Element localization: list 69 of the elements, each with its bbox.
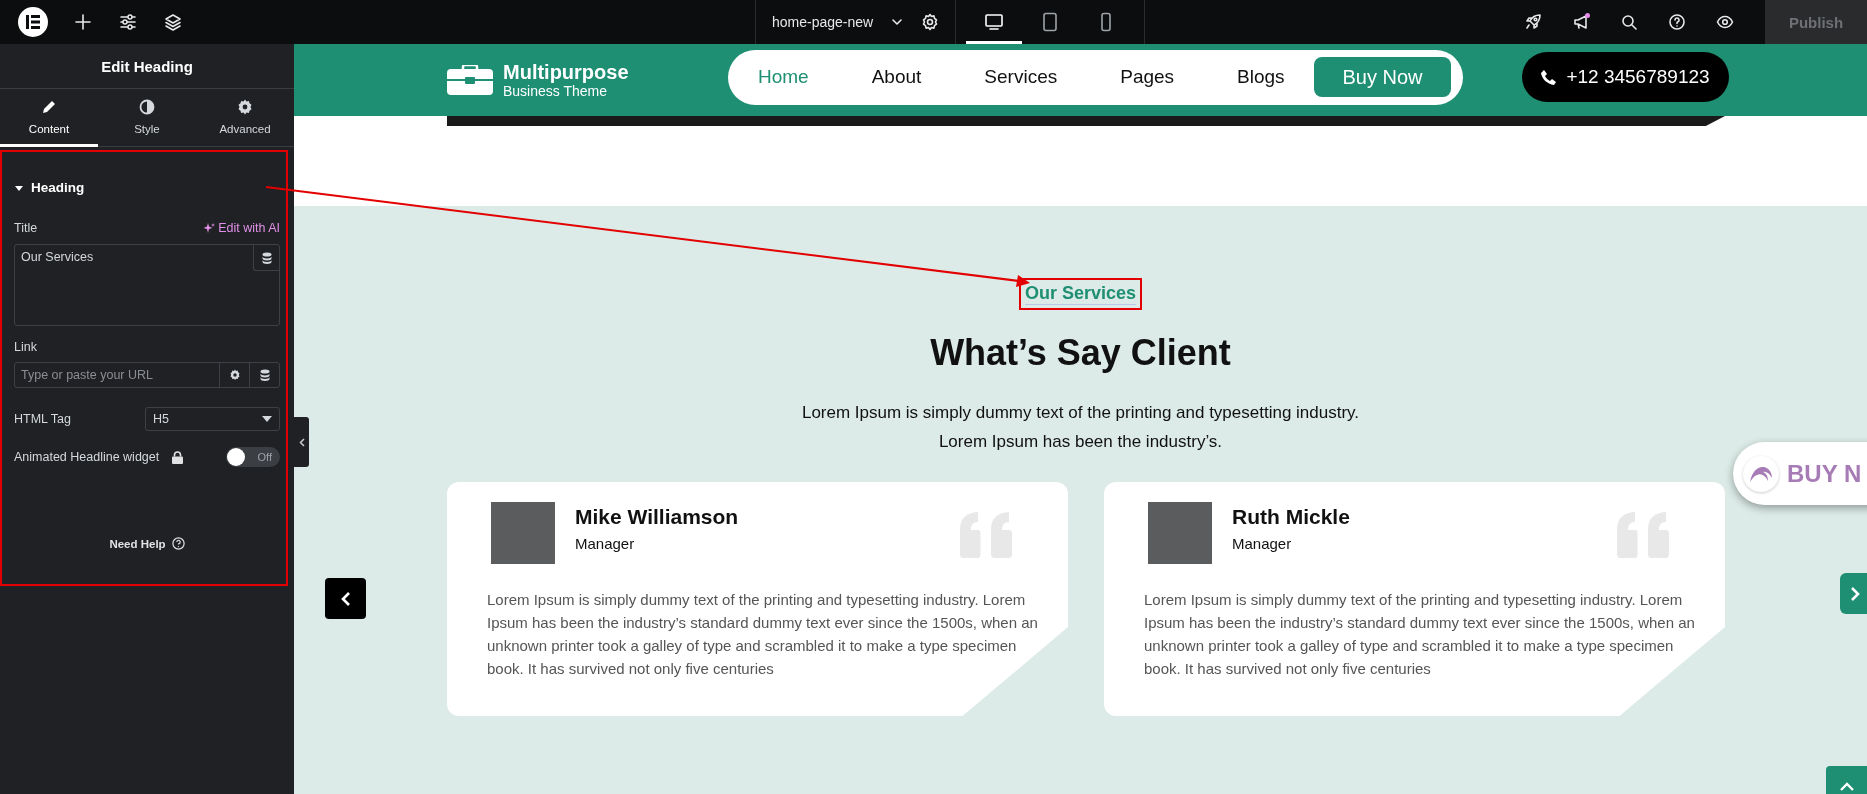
section-intro: Lorem Ipsum is simply dummy text of the printing and typesetting industry. Lorem Ipsum has been the industry’s.: [801, 402, 1360, 453]
nav-link[interactable]: Pages: [1120, 66, 1175, 88]
phone-button[interactable]: +12 3456789123: [1522, 52, 1729, 102]
testimonial-text: Lorem Ipsum is simply dummy text of the printing and typesetting industry. Lorem Ipsum has been the industry’s standard dummy text ever since the 1500s, when an unknown printer took a galley of type and scrambled it to make a type specimen book. It has survived not only five centuries: [1144, 590, 1696, 679]
dynamic-tags-button[interactable]: [253, 245, 279, 271]
contrast-icon: [138, 98, 156, 116]
collapse-panel-handle[interactable]: [294, 417, 309, 467]
url-input-field[interactable]: Type or paste your URL: [15, 363, 219, 387]
field-label: Title: [14, 221, 38, 235]
buy-now-button[interactable]: Buy Now: [1314, 57, 1451, 97]
testimonial-text: Lorem Ipsum is simply dummy text of the printing and typesetting industry. Lorem Ipsum has been the industry’s standard dummy text ever since the 1500s, when an unknown printer took a galley of type and scrambled it to make a type specimen book. It has survived not only five centuries: [487, 590, 1039, 679]
panel-tab[interactable]: Style: [98, 89, 196, 147]
briefcase-icon: [447, 65, 493, 95]
client-role: Manager: [1232, 535, 1293, 552]
nav-link[interactable]: About: [871, 66, 922, 88]
announcements-icon: [1571, 13, 1590, 31]
nav-link[interactable]: Blogs: [1237, 66, 1285, 88]
gear-icon: [236, 98, 254, 116]
search-icon: [1619, 13, 1638, 31]
rocket-icon: [1523, 13, 1542, 31]
site-logo-tagline: Business Theme: [503, 83, 608, 99]
edit-with-ai-link[interactable]: Edit with AI: [203, 221, 280, 235]
settings-sliders-icon: [118, 13, 137, 31]
section-heading[interactable]: Heading: [31, 180, 85, 195]
preview-icon: [1715, 13, 1734, 31]
chevron-up-icon: [1839, 782, 1854, 791]
page-name-dropdown[interactable]: home-page-new: [772, 14, 874, 30]
previous-button[interactable]: [325, 578, 366, 619]
title-textarea[interactable]: Our Services: [14, 244, 280, 326]
photo-placeholder: [1148, 502, 1212, 564]
link-field[interactable]: Type or paste your URL: [14, 362, 280, 388]
pencil-icon: [40, 98, 58, 116]
help-icon: [171, 537, 185, 550]
nav-link[interactable]: Home: [758, 66, 809, 88]
panel-tab[interactable]: Content: [0, 89, 98, 147]
scroll-to-top-button[interactable]: [1826, 766, 1867, 794]
field-label: Animated Headline widget: [14, 450, 160, 464]
phone-icon: [1541, 69, 1557, 85]
database-icon: [258, 369, 271, 381]
add-icon: [73, 13, 92, 31]
chevron-left-icon: [298, 437, 305, 447]
field-label: Link: [14, 340, 37, 354]
elementor-logo-icon[interactable]: [18, 7, 48, 37]
need-help-link[interactable]: Need Help: [109, 537, 166, 550]
lock-icon: [172, 450, 184, 464]
section-heading: What’s Say Client: [930, 332, 1231, 374]
settings-icon[interactable]: [921, 13, 940, 31]
chevron-right-icon: [1850, 586, 1860, 601]
client-role: Manager: [575, 535, 636, 552]
database-icon: [260, 251, 273, 264]
panel-tab[interactable]: Advanced: [196, 89, 294, 147]
html-tag-select[interactable]: H5: [145, 407, 280, 431]
desktop-icon: [984, 12, 1005, 32]
layers-icon: [163, 13, 182, 31]
site-logo-name[interactable]: Multipurpose: [503, 61, 629, 83]
client-name: Ruth Mickle: [1232, 505, 1350, 529]
logo-mark-icon: [26, 15, 40, 29]
leaf-icon: [1749, 464, 1773, 483]
field-label: HTML Tag: [14, 412, 71, 426]
client-name: Mike Williamson: [575, 505, 739, 529]
sparkle-icon: [203, 222, 216, 234]
toggle-switch[interactable]: Off: [226, 447, 280, 467]
gear-icon: [228, 369, 241, 381]
chevron-down-icon: [891, 16, 904, 28]
help-icon: [1667, 13, 1686, 31]
nav-link[interactable]: Services: [984, 66, 1058, 88]
chevron-left-icon: [340, 591, 351, 606]
caret-down-icon: [262, 416, 272, 422]
photo-placeholder: [491, 502, 555, 564]
